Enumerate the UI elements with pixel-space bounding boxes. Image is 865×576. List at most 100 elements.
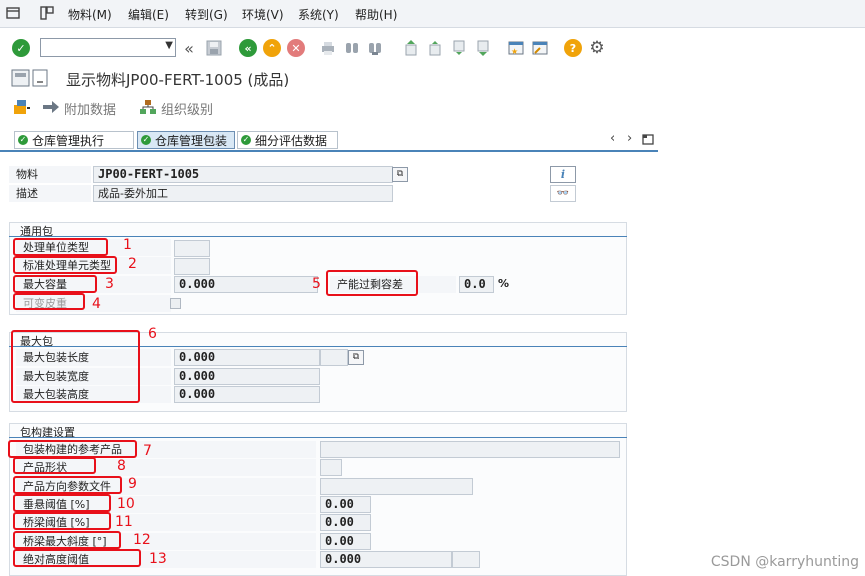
annotation-number: 1 [123,237,132,253]
annotation-box-6 [11,330,140,403]
system-menu-icon[interactable] [6,6,20,20]
menu-material[interactable]: 物料(M) [68,6,112,23]
help-icon[interactable]: ? [564,39,582,57]
annotation-number: 4 [92,296,101,312]
tab-warehouse-execution[interactable]: ✓ 仓库管理执行 [14,131,134,149]
print-icon[interactable] [319,39,337,57]
std-hu-type-field [174,258,210,275]
menu-goto[interactable]: 转到(G) [185,6,228,23]
max-width-field: 0.000 [174,368,320,385]
description-field: 成品-委外加工 [93,185,393,202]
save-icon[interactable] [205,39,223,57]
annotation-box-7 [8,440,137,458]
material-field[interactable]: JP00-FERT-1005 [93,166,393,183]
tab-label: 仓库管理包装 [155,133,228,148]
complete-check-icon: ✓ [18,135,28,145]
handling-unit-type-field [174,240,210,257]
description-label: 描述 [9,185,91,202]
max-capacity-field: 0.000 [174,276,318,293]
glasses-icon[interactable]: 👓 [550,185,576,202]
copy-icon[interactable]: ⧉ [348,350,364,365]
menu-edit[interactable]: 编辑(E) [128,6,169,23]
tab-warehouse-packaging[interactable]: ✓ 仓库管理包装 [137,131,235,149]
tab-split-valuation[interactable]: ✓ 细分评估数据 [237,131,338,149]
find-icon[interactable] [343,39,361,57]
views-select-icon[interactable] [13,99,31,115]
overhang-threshold-field: 0.00 [320,496,371,513]
tab-scroll-right-icon[interactable]: › [627,131,632,146]
cancel-icon[interactable]: ✕ [287,39,305,57]
settings-gear-icon[interactable]: ⚙ [588,38,606,58]
menu-help[interactable]: 帮助(H) [355,6,397,23]
tab-scroll-left-icon[interactable]: ‹ [610,131,615,146]
max-length-unit-field [320,349,348,366]
annotation-box-11 [13,512,111,530]
abs-height-threshold-field: 0.000 [320,551,452,568]
svg-text:★: ★ [511,47,518,56]
annotation-number: 6 [148,326,157,342]
annotation-box-1 [13,238,108,256]
annotation-box-3 [13,275,97,293]
previous-page-icon[interactable] [426,39,444,57]
annotation-number: 8 [117,458,126,474]
annotation-number: 10 [117,496,135,512]
max-length-field: 0.000 [174,349,320,366]
additional-data-button[interactable]: 附加数据 [64,99,116,118]
material-label: 物料 [9,166,91,183]
variable-tare-checkbox [170,298,181,309]
annotation-box-10 [13,494,111,512]
group-divider [9,236,627,237]
annotation-number: 5 [312,276,321,292]
annotation-number: 7 [143,443,152,459]
annotation-number: 11 [115,514,133,530]
generate-shortcut-icon[interactable] [531,39,549,57]
org-levels-icon[interactable] [140,100,156,115]
copy-icon[interactable]: ⧉ [392,167,408,182]
exit-icon[interactable]: ⌃ [263,39,281,57]
last-page-icon[interactable] [474,39,492,57]
complete-check-icon: ✓ [241,135,251,145]
info-icon[interactable]: i [550,166,576,183]
complete-check-icon: ✓ [141,135,151,145]
display-material-icon [11,69,48,87]
group-divider [9,437,627,438]
annotation-number: 3 [105,276,114,292]
arrow-right-icon[interactable] [42,100,60,114]
annotation-box-4 [13,293,85,310]
product-shape-field [320,459,342,476]
overcapacity-tolerance-field: 0.0 [459,276,494,293]
customize-layout-icon[interactable] [40,6,54,20]
bridge-max-slope-field: 0.00 [320,533,371,550]
annotation-number: 12 [133,532,151,548]
tab-underline [0,150,658,152]
annotation-box-13 [13,549,141,567]
enter-icon[interactable]: ✓ [12,39,30,57]
tab-label: 仓库管理执行 [32,133,105,148]
first-page-icon[interactable] [402,39,420,57]
back-icon[interactable]: « [239,39,257,57]
find-next-icon[interactable] [366,39,384,57]
next-page-icon[interactable] [450,39,468,57]
abs-height-unit-field [452,551,480,568]
chevron-down-icon[interactable]: ▼ [165,40,173,51]
annotation-box-9 [13,476,122,494]
annotation-box-2 [13,256,117,274]
annotation-box-8 [13,457,96,474]
create-session-icon[interactable]: ★ [507,39,525,57]
command-field[interactable]: ▼ [40,38,176,57]
org-levels-button[interactable]: 组织级别 [161,99,213,118]
menu-environment[interactable]: 环境(V) [242,6,284,23]
watermark: CSDN @karryhunting [710,554,859,570]
ref-product-field [320,441,620,458]
percent-unit: % [498,277,510,290]
annotation-box-5 [326,270,418,296]
annotation-number: 2 [128,256,137,272]
annotation-box-12 [13,531,121,549]
annotation-number: 9 [128,476,137,492]
annotation-number: 13 [149,551,167,567]
tab-list-icon[interactable] [642,133,656,146]
orientation-profile-field [320,478,473,495]
menu-system[interactable]: 系统(Y) [298,6,339,23]
max-height-field: 0.000 [174,386,320,403]
back-nav-icon[interactable]: « [180,39,198,58]
